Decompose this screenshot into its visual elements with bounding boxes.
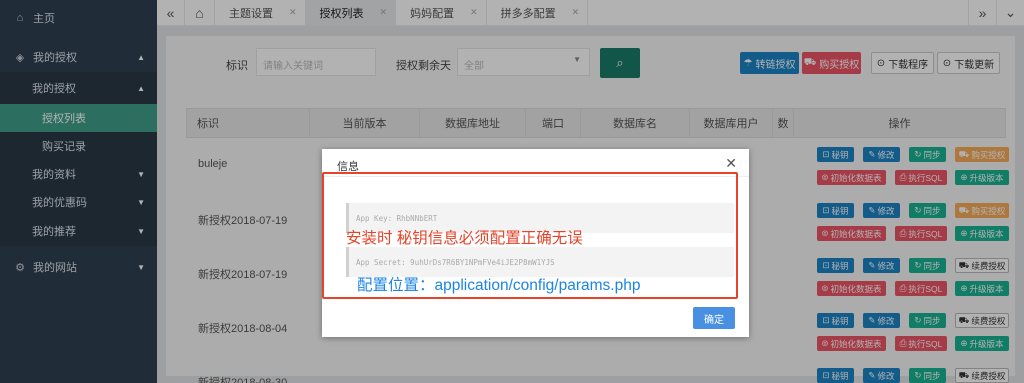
confirm-button[interactable]: 确定 bbox=[693, 307, 735, 329]
annotation-warning: 安装时 秘钥信息必须配置正确无误 bbox=[346, 230, 583, 247]
annotation-config-path: 配置位置：application/config/params.php bbox=[357, 277, 641, 294]
close-icon[interactable]: ✕ bbox=[725, 155, 737, 172]
info-dialog: 信息 ✕ App Key: RhbNNbERT App Secret: 9uhU… bbox=[322, 149, 749, 337]
